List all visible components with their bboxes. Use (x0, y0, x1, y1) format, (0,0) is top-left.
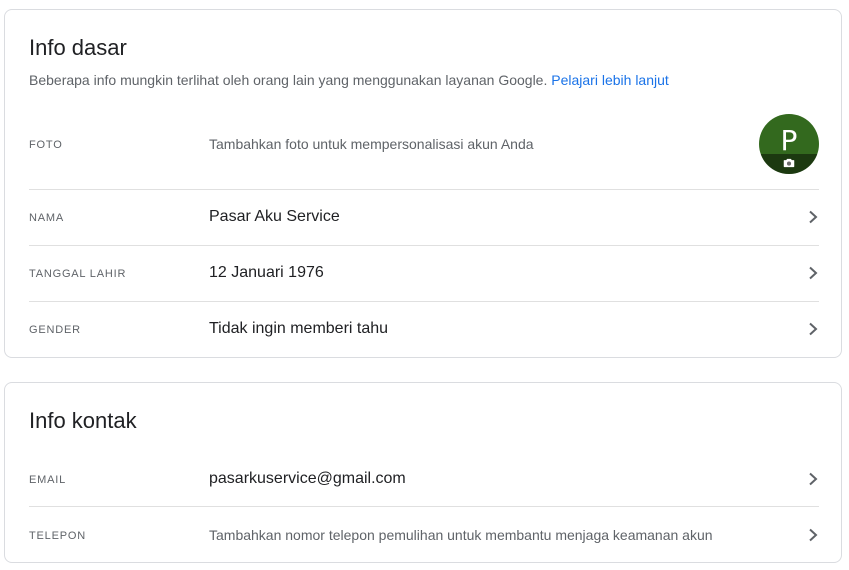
gender-label: GENDER (29, 324, 81, 336)
basic-info-description-text: Beberapa info mungkin terlihat oleh oran… (29, 72, 548, 88)
name-label: NAMA (29, 212, 64, 224)
gender-row[interactable]: GENDER Tidak ingin memberi tahu (29, 302, 819, 358)
chevron-right-icon (807, 210, 819, 224)
photo-label: FOTO (29, 139, 63, 151)
chevron-right-icon (807, 472, 819, 486)
avatar[interactable]: P (759, 114, 819, 174)
birthday-value: 12 Januari 1976 (209, 264, 324, 281)
photo-value: Tambahkan foto untuk mempersonalisasi ak… (209, 136, 534, 152)
phone-label: TELEPON (29, 530, 86, 542)
chevron-right-icon (807, 266, 819, 280)
email-value: pasarkuservice@gmail.com (209, 470, 406, 487)
phone-value: Tambahkan nomor telepon pemulihan untuk … (209, 527, 713, 543)
birthday-row[interactable]: TANGGAL LAHIR 12 Januari 1976 (29, 246, 819, 302)
chevron-right-icon (807, 322, 819, 336)
name-value: Pasar Aku Service (209, 208, 340, 225)
name-row[interactable]: NAMA Pasar Aku Service (29, 190, 819, 246)
camera-icon (782, 156, 796, 174)
basic-info-title: Info dasar (29, 35, 127, 60)
basic-info-card: Info dasar Beberapa info mungkin terliha… (4, 9, 842, 358)
avatar-letter: P (780, 124, 798, 157)
gender-value: Tidak ingin memberi tahu (209, 320, 389, 337)
contact-info-title: Info kontak (29, 408, 137, 433)
photo-row[interactable]: FOTO Tambahkan foto untuk mempersonalisa… (29, 110, 819, 190)
chevron-right-icon (807, 528, 819, 542)
email-row[interactable]: EMAIL pasarkuservice@gmail.com (29, 451, 819, 507)
learn-more-link[interactable]: Pelajari lebih lanjut (551, 72, 669, 88)
avatar-camera-band (759, 154, 819, 174)
phone-row[interactable]: TELEPON Tambahkan nomor telepon pemuliha… (29, 507, 819, 563)
email-label: EMAIL (29, 474, 67, 486)
basic-info-description: Beberapa info mungkin terlihat oleh oran… (29, 72, 669, 88)
contact-info-card: Info kontak EMAIL pasarkuservice@gmail.c… (4, 382, 842, 563)
birthday-label: TANGGAL LAHIR (29, 268, 127, 280)
